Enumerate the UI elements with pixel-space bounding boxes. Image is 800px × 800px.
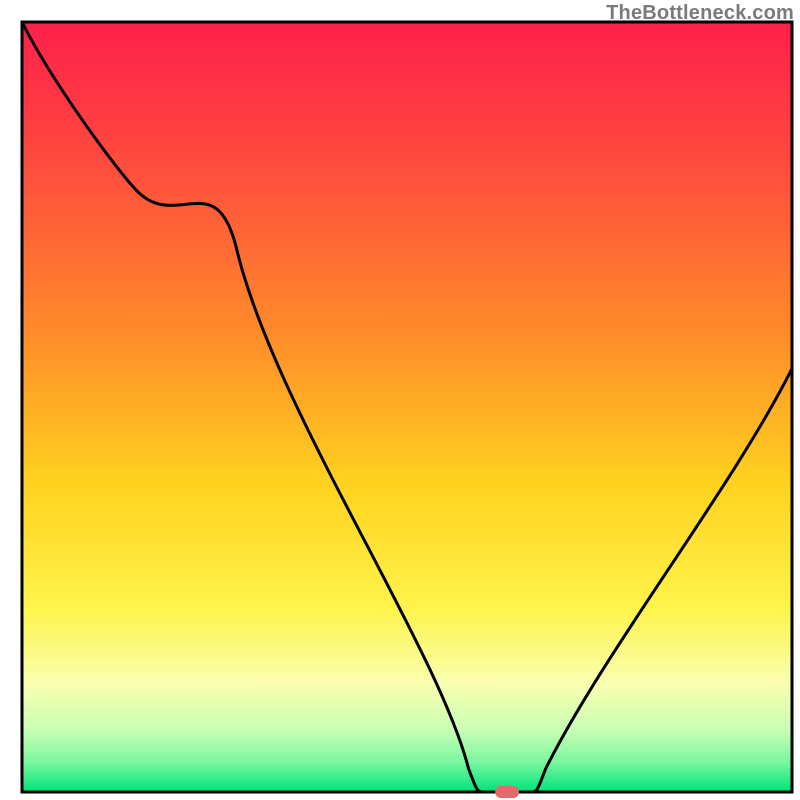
chart-container: TheBottleneck.com — [0, 0, 800, 800]
plot-background — [22, 22, 792, 792]
bottleneck-chart — [0, 0, 800, 800]
watermark-text: TheBottleneck.com — [606, 2, 794, 25]
optimal-point-marker — [495, 786, 519, 798]
